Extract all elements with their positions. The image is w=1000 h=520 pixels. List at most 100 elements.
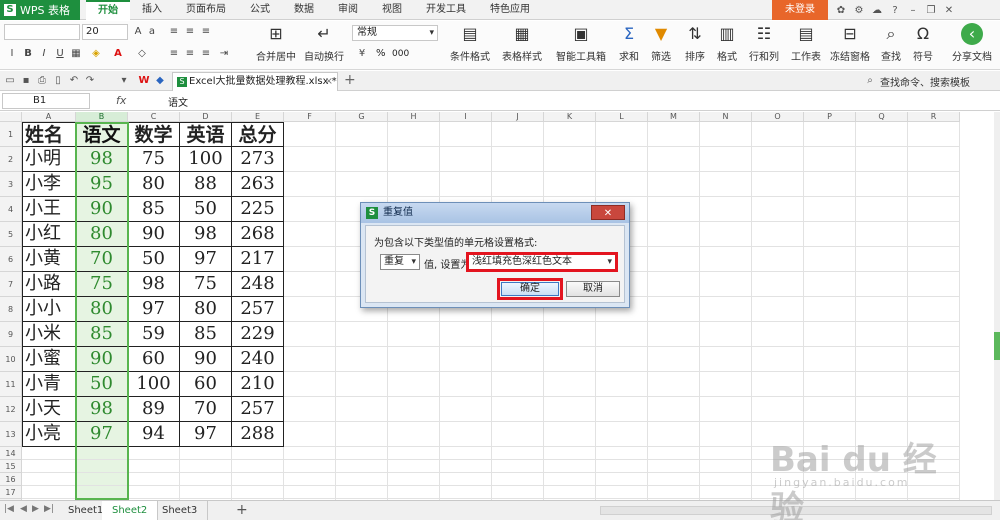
grid-cell[interactable] — [388, 122, 440, 147]
table-cell[interactable]: 小路 — [22, 272, 76, 297]
grid-cell[interactable] — [752, 372, 804, 397]
row-header-8[interactable]: 8 — [0, 297, 22, 322]
grid-cell[interactable] — [700, 422, 752, 447]
table-cell[interactable]: 70 — [180, 397, 232, 422]
table-cell[interactable]: 85 — [128, 197, 180, 222]
table-cell[interactable]: 90 — [180, 347, 232, 372]
grid-cell[interactable] — [700, 347, 752, 372]
grid-cell[interactable] — [492, 460, 544, 473]
grid-cell[interactable] — [856, 197, 908, 222]
grid-cell[interactable] — [752, 272, 804, 297]
grid-cell[interactable] — [180, 486, 232, 499]
grid-cell[interactable] — [856, 147, 908, 172]
grid-cell[interactable] — [856, 172, 908, 197]
grid-cell[interactable] — [284, 473, 336, 486]
grid-cell[interactable] — [440, 486, 492, 499]
table-cell[interactable]: 90 — [76, 197, 128, 222]
align-top-icon[interactable]: ≡ — [168, 26, 180, 38]
grid-cell[interactable] — [76, 486, 128, 499]
row-header-15[interactable]: 15 — [0, 460, 22, 473]
grid-cell[interactable] — [128, 460, 180, 473]
next-sheet-icon[interactable]: ▶ — [32, 504, 39, 514]
grid-cell[interactable] — [700, 272, 752, 297]
grid-cell[interactable] — [440, 147, 492, 172]
first-sheet-icon[interactable]: |◀ — [4, 504, 14, 514]
row-header-12[interactable]: 12 — [0, 397, 22, 422]
grid-cell[interactable] — [284, 486, 336, 499]
table-cell[interactable]: 小明 — [22, 147, 76, 172]
grid-cell[interactable] — [804, 147, 856, 172]
grid-cell[interactable] — [648, 422, 700, 447]
grid-cell[interactable] — [284, 447, 336, 460]
grid-cell[interactable] — [336, 473, 388, 486]
grid-cell[interactable] — [336, 486, 388, 499]
table-cell[interactable]: 88 — [180, 172, 232, 197]
table-cell[interactable]: 50 — [76, 372, 128, 397]
grid-cell[interactable] — [700, 297, 752, 322]
customize-icon[interactable]: ▾ — [118, 75, 130, 87]
close-icon[interactable]: ✕ — [942, 5, 956, 16]
grid-cell[interactable] — [804, 272, 856, 297]
open-icon[interactable]: ▭ — [4, 75, 16, 87]
column-header-q[interactable]: Q — [856, 112, 908, 122]
grid-cell[interactable] — [596, 147, 648, 172]
grid-cell[interactable] — [336, 447, 388, 460]
grid-cell[interactable] — [284, 297, 336, 322]
table-cell[interactable]: 100 — [128, 372, 180, 397]
grid-cell[interactable] — [856, 347, 908, 372]
grid-cell[interactable] — [336, 347, 388, 372]
grid-cell[interactable] — [76, 473, 128, 486]
grid-cell[interactable] — [180, 460, 232, 473]
grid-cell[interactable] — [544, 347, 596, 372]
scroll-handle[interactable] — [994, 332, 1000, 360]
menu-tab-7[interactable]: 开发工具 — [414, 0, 478, 20]
table-cell[interactable]: 50 — [128, 247, 180, 272]
document-tab[interactable]: S Excel大批量数据处理教程.xlsx * × — [172, 72, 338, 91]
grid-cell[interactable] — [752, 347, 804, 372]
table-cell[interactable]: 90 — [76, 347, 128, 372]
column-header-g[interactable]: G — [336, 112, 388, 122]
align-right-icon[interactable]: ≡ — [200, 48, 212, 60]
grid-cell[interactable] — [232, 473, 284, 486]
table-cell[interactable]: 268 — [232, 222, 284, 247]
row-header-1[interactable]: 1 — [0, 122, 22, 147]
grid-cell[interactable] — [544, 447, 596, 460]
grid-cell[interactable] — [388, 172, 440, 197]
header-cell[interactable]: 数学 — [128, 122, 180, 147]
grid-cell[interactable] — [284, 460, 336, 473]
align-bottom-icon[interactable]: ≡ — [200, 26, 212, 38]
grid-cell[interactable] — [752, 247, 804, 272]
menu-tab-4[interactable]: 数据 — [282, 0, 326, 20]
format-style-select[interactable]: 浅红填充色深红色文本 ▾ — [466, 252, 618, 272]
grid-cell[interactable] — [804, 172, 856, 197]
dialog-title-bar[interactable]: S 重复值 ✕ — [361, 203, 629, 223]
font-name-select[interactable] — [4, 24, 80, 40]
percent-button[interactable]: % — [376, 48, 386, 59]
header-cell[interactable]: 总分 — [232, 122, 284, 147]
shrink-font-icon[interactable]: a — [146, 26, 158, 38]
new-tab-icon[interactable]: + — [344, 72, 356, 88]
currency-icon[interactable]: ¥ — [356, 48, 368, 60]
row-header-2[interactable]: 2 — [0, 147, 22, 172]
cloud-icon[interactable]: ☁ — [870, 5, 884, 16]
table-cell[interactable]: 小亮 — [22, 422, 76, 447]
preview-icon[interactable]: ▯ — [52, 75, 64, 87]
font-color-icon[interactable]: A — [112, 48, 124, 60]
grid-cell[interactable] — [544, 122, 596, 147]
column-header-r[interactable]: R — [908, 112, 960, 122]
column-header-o[interactable]: O — [752, 112, 804, 122]
column-header-e[interactable]: E — [232, 112, 284, 122]
grid-cell[interactable] — [908, 372, 960, 397]
align-middle-icon[interactable]: ≡ — [184, 26, 196, 38]
grid-cell[interactable] — [544, 322, 596, 347]
grid-cell[interactable] — [908, 272, 960, 297]
table-cell[interactable]: 60 — [180, 372, 232, 397]
column-header-c[interactable]: C — [128, 112, 180, 122]
help-icon[interactable]: ? — [888, 5, 902, 16]
bold-button-icon[interactable]: B — [22, 48, 34, 60]
align-center-icon[interactable]: ≡ — [184, 48, 196, 60]
grid-cell[interactable] — [492, 322, 544, 347]
table-cell[interactable]: 89 — [128, 397, 180, 422]
table-cell[interactable]: 288 — [232, 422, 284, 447]
border-icon[interactable]: ▦ — [70, 48, 82, 60]
